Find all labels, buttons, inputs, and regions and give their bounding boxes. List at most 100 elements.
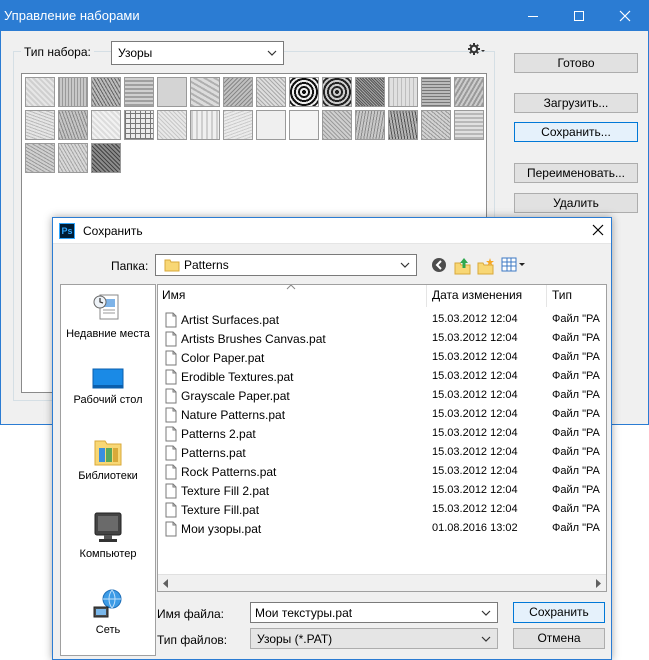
- pattern-swatch[interactable]: [388, 110, 418, 140]
- file-icon: [165, 331, 177, 347]
- file-row[interactable]: Patterns 2.pat 15.03.2012 12:04 Файл "PA: [158, 425, 606, 444]
- view-menu-icon[interactable]: [501, 257, 527, 273]
- column-separator[interactable]: [426, 285, 427, 307]
- pattern-swatch[interactable]: [355, 77, 385, 107]
- pattern-swatch[interactable]: [223, 110, 253, 140]
- file-row[interactable]: Erodible Textures.pat 15.03.2012 12:04 Фай…: [158, 368, 606, 387]
- file-row[interactable]: Artists Brushes Canvas.pat 15.03.2012 12:…: [158, 330, 606, 349]
- minimize-button[interactable]: [510, 1, 556, 31]
- file-row[interactable]: Artist Surfaces.pat 15.03.2012 12:04 Файл …: [158, 311, 606, 330]
- minimize-icon: [528, 16, 538, 17]
- column-header-date[interactable]: Дата изменения: [432, 285, 522, 307]
- pattern-swatch[interactable]: [289, 77, 319, 107]
- rename-button[interactable]: Переименовать...: [514, 163, 638, 183]
- libraries-icon: [94, 440, 122, 466]
- pattern-swatch[interactable]: [157, 110, 187, 140]
- file-date: 15.03.2012 12:04: [432, 427, 518, 439]
- place-computer[interactable]: Компьютер: [61, 511, 155, 560]
- file-row[interactable]: Nature Patterns.pat 15.03.2012 12:04 Файл …: [158, 406, 606, 425]
- column-header-name[interactable]: Имя: [162, 285, 185, 307]
- delete-button[interactable]: Удалить: [514, 193, 638, 213]
- filetype-select[interactable]: Узоры (*.PAT): [250, 628, 498, 649]
- file-type: Файл "PA: [552, 332, 600, 344]
- file-name: Texture Fill.pat: [181, 503, 260, 517]
- scroll-left-icon[interactable]: [163, 579, 169, 588]
- file-date: 15.03.2012 12:04: [432, 465, 518, 477]
- pattern-swatch[interactable]: [190, 110, 220, 140]
- preset-type-select[interactable]: Узоры: [111, 41, 284, 65]
- file-row[interactable]: Grayscale Paper.pat 15.03.2012 12:04 Файл …: [158, 387, 606, 406]
- up-folder-icon[interactable]: [454, 257, 472, 275]
- pattern-swatch[interactable]: [190, 77, 220, 107]
- file-name: Artist Surfaces.pat: [181, 313, 280, 327]
- filename-label: Имя файла:: [157, 607, 224, 621]
- pattern-swatch[interactable]: [388, 77, 418, 107]
- place-desktop[interactable]: Рабочий стол: [61, 367, 155, 406]
- pattern-swatch[interactable]: [421, 77, 451, 107]
- pattern-swatch[interactable]: [25, 110, 55, 140]
- place-label: Компьютер: [79, 548, 137, 560]
- pattern-swatch[interactable]: [124, 77, 154, 107]
- file-icon: [165, 312, 177, 328]
- back-icon[interactable]: [431, 257, 447, 273]
- pattern-swatch[interactable]: [58, 77, 88, 107]
- cancel-button[interactable]: Отмена: [513, 628, 605, 649]
- place-recent[interactable]: Недавние места: [61, 293, 155, 340]
- pattern-swatch[interactable]: [454, 77, 484, 107]
- place-libraries[interactable]: Библиотеки: [61, 437, 155, 482]
- save-button[interactable]: Сохранить: [513, 602, 605, 623]
- gear-icon[interactable]: [467, 42, 485, 56]
- horizontal-scrollbar[interactable]: [158, 574, 606, 591]
- close-button[interactable]: [602, 1, 648, 31]
- pattern-swatch[interactable]: [454, 110, 484, 140]
- file-row[interactable]: Мои узоры.pat 01.08.2016 13:02 Файл "PA: [158, 520, 606, 539]
- pattern-swatch[interactable]: [256, 77, 286, 107]
- save-dialog-titlebar[interactable]: Ps Сохранить: [53, 218, 611, 244]
- pattern-swatch[interactable]: [322, 77, 352, 107]
- maximize-button[interactable]: [556, 1, 602, 31]
- new-folder-icon[interactable]: [477, 257, 495, 275]
- file-date: 15.03.2012 12:04: [432, 408, 518, 420]
- file-row[interactable]: Patterns.pat 15.03.2012 12:04 Файл "PA: [158, 444, 606, 463]
- column-separator[interactable]: [546, 285, 547, 307]
- chevron-down-icon: [400, 262, 410, 268]
- pattern-swatch[interactable]: [223, 77, 253, 107]
- pattern-swatch[interactable]: [355, 110, 385, 140]
- pattern-swatch[interactable]: [157, 77, 187, 107]
- pattern-swatch[interactable]: [124, 110, 154, 140]
- filetype-value: Узоры (*.PAT): [257, 632, 333, 646]
- load-button[interactable]: Загрузить...: [514, 93, 638, 113]
- desktop-icon: [92, 368, 124, 389]
- pattern-swatch[interactable]: [25, 77, 55, 107]
- file-type: Файл "PA: [552, 503, 600, 515]
- pattern-swatch[interactable]: [58, 110, 88, 140]
- pattern-swatch[interactable]: [25, 143, 55, 173]
- pattern-swatch[interactable]: [289, 110, 319, 140]
- pattern-swatch[interactable]: [421, 110, 451, 140]
- file-date: 15.03.2012 12:04: [432, 389, 518, 401]
- pattern-swatch[interactable]: [322, 110, 352, 140]
- scroll-right-icon[interactable]: [595, 579, 601, 588]
- photoshop-icon: Ps: [59, 223, 75, 239]
- done-button[interactable]: Готово: [514, 53, 638, 73]
- save-presets-button[interactable]: Сохранить...: [514, 122, 638, 142]
- pattern-swatch[interactable]: [91, 110, 121, 140]
- file-type: Файл "PA: [552, 484, 600, 496]
- file-type: Файл "PA: [552, 427, 600, 439]
- file-row[interactable]: Texture Fill 2.pat 15.03.2012 12:04 Файл "…: [158, 482, 606, 501]
- pattern-swatch[interactable]: [91, 143, 121, 173]
- folder-select[interactable]: Patterns: [155, 254, 417, 276]
- pattern-swatch[interactable]: [58, 143, 88, 173]
- maximize-icon: [574, 11, 584, 21]
- file-row[interactable]: Rock Patterns.pat 15.03.2012 12:04 Файл "P…: [158, 463, 606, 482]
- column-header-type[interactable]: Тип: [552, 285, 572, 307]
- preset-manager-titlebar[interactable]: Управление наборами: [1, 1, 648, 31]
- pattern-swatch[interactable]: [256, 110, 286, 140]
- close-icon[interactable]: [591, 223, 605, 237]
- place-network[interactable]: Сеть: [61, 587, 155, 636]
- file-row[interactable]: Texture Fill.pat 15.03.2012 12:04 Файл "PA: [158, 501, 606, 520]
- file-row[interactable]: Color Paper.pat 15.03.2012 12:04 Файл "PA: [158, 349, 606, 368]
- filename-input[interactable]: Мои текстуры.pat: [250, 602, 498, 623]
- pattern-swatch[interactable]: [91, 77, 121, 107]
- network-icon: [93, 589, 122, 618]
